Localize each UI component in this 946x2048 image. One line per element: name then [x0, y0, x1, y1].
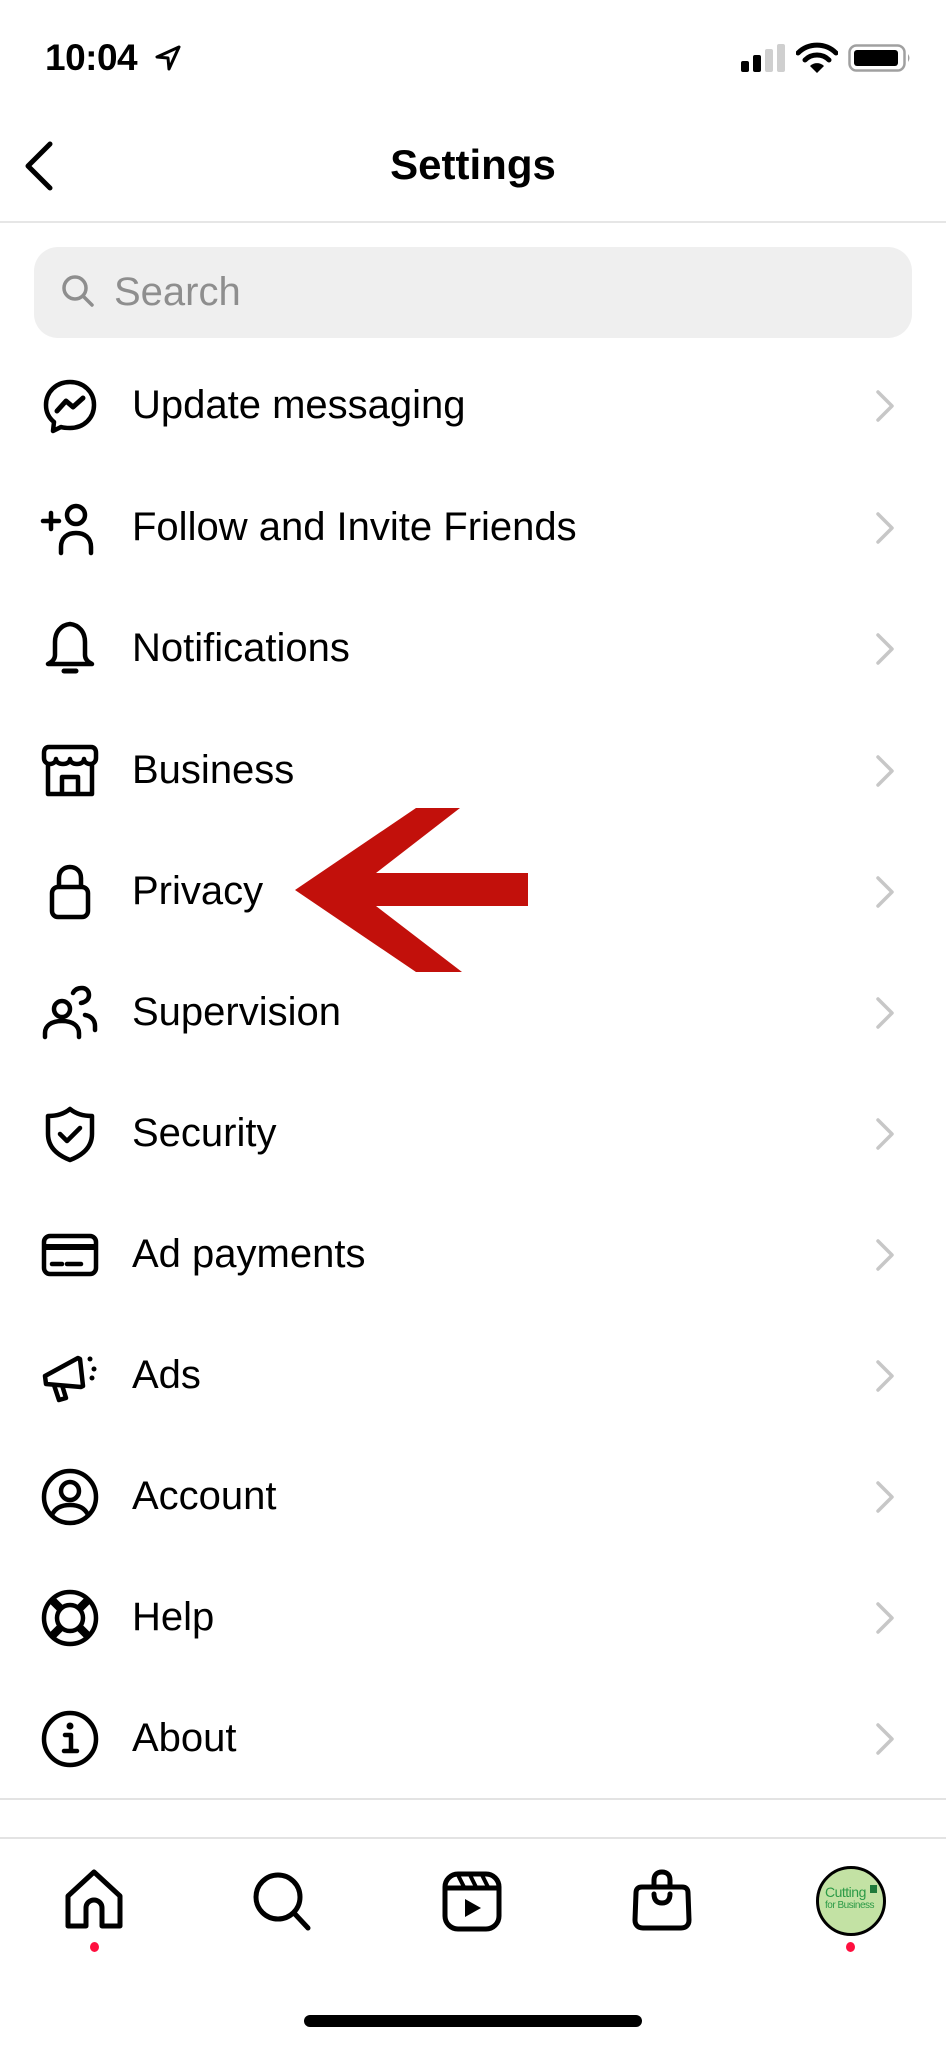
tab-home[interactable]	[54, 1862, 134, 1942]
avatar-text-line1: Cutting	[825, 1884, 866, 1900]
menu-item-label: Follow and Invite Friends	[132, 505, 577, 549]
storefront-icon	[41, 744, 99, 797]
lock-icon	[49, 864, 91, 920]
chevron-right-icon	[876, 1481, 894, 1513]
search-icon	[62, 275, 94, 307]
status-time: 10:04	[45, 37, 138, 78]
chevron-right-icon	[876, 512, 894, 544]
chevron-right-icon	[876, 1239, 894, 1271]
add-person-icon	[40, 503, 94, 556]
menu-item-privacy[interactable]: Privacy	[0, 831, 946, 952]
list-end-divider	[0, 1798, 946, 1800]
menu-item-ads[interactable]: Ads	[0, 1315, 946, 1436]
chevron-right-icon	[876, 1360, 894, 1392]
shopping-bag-icon	[632, 1869, 692, 1931]
menu-item-label: Supervision	[132, 990, 342, 1034]
menu-item-supervision[interactable]: Supervision	[0, 952, 946, 1073]
page-title: Settings	[390, 141, 556, 188]
tab-search[interactable]	[242, 1862, 322, 1942]
menu-item-label: Ad payments	[132, 1232, 366, 1276]
menu-item-label: Ads	[132, 1353, 201, 1397]
avatar-logo-square	[870, 1885, 877, 1893]
menu-item-update-messaging[interactable]: Update messaging	[0, 345, 946, 466]
signal-icon	[741, 44, 785, 72]
messenger-icon	[43, 379, 97, 434]
chevron-right-icon	[876, 1118, 894, 1150]
home-icon	[65, 1869, 123, 1929]
wifi-icon	[796, 42, 838, 73]
menu-item-label: Security	[132, 1111, 277, 1155]
home-notification-dot	[90, 1942, 99, 1952]
chevron-right-icon	[876, 633, 894, 665]
tab-profile-avatar[interactable]: Cutting for Business	[816, 1866, 886, 1936]
search-bar[interactable]	[34, 247, 912, 338]
tab-reels[interactable]	[432, 1862, 512, 1942]
menu-item-business[interactable]: Business	[0, 710, 946, 831]
reels-icon	[442, 1871, 502, 1932]
menu-item-about[interactable]: About	[0, 1678, 946, 1799]
chevron-right-icon	[876, 1723, 894, 1755]
search-icon	[253, 1872, 311, 1931]
avatar-text-line2: for Business	[825, 1900, 875, 1911]
chevron-right-icon	[876, 1602, 894, 1634]
menu-item-account[interactable]: Account	[0, 1436, 946, 1557]
tab-shop[interactable]	[622, 1862, 702, 1942]
menu-item-label: Account	[132, 1474, 277, 1518]
menu-item-notifications[interactable]: Notifications	[0, 588, 946, 709]
home-indicator[interactable]	[304, 2015, 642, 2027]
menu-item-security[interactable]: Security	[0, 1073, 946, 1194]
shield-check-icon	[45, 1106, 95, 1163]
lifebuoy-icon	[41, 1589, 99, 1647]
user-circle-icon	[41, 1468, 99, 1526]
header-divider	[0, 221, 946, 223]
menu-item-help[interactable]: Help	[0, 1557, 946, 1678]
people-icon	[42, 985, 98, 1040]
location-arrow-icon	[155, 45, 181, 71]
megaphone-icon	[42, 1355, 97, 1403]
menu-item-label: Update messaging	[132, 383, 466, 427]
menu-item-label: Notifications	[132, 626, 350, 670]
profile-notification-dot	[846, 1942, 855, 1952]
menu-item-label: Help	[132, 1595, 215, 1639]
bell-icon	[45, 621, 95, 674]
battery-icon	[848, 44, 910, 72]
chevron-right-icon	[876, 876, 894, 908]
chevron-right-icon	[876, 390, 894, 422]
info-icon	[41, 1710, 99, 1768]
menu-item-label: About	[132, 1716, 237, 1760]
menu-item-label: Business	[132, 748, 295, 792]
menu-item-label: Privacy	[132, 869, 264, 913]
tab-bar-divider	[0, 1837, 946, 1839]
chevron-right-icon	[876, 755, 894, 787]
menu-item-ad-payments[interactable]: Ad payments	[0, 1194, 946, 1315]
search-input[interactable]	[114, 247, 874, 338]
credit-card-icon	[41, 1233, 99, 1277]
menu-item-follow-invite-friends[interactable]: Follow and Invite Friends	[0, 467, 946, 588]
chevron-right-icon	[876, 997, 894, 1029]
